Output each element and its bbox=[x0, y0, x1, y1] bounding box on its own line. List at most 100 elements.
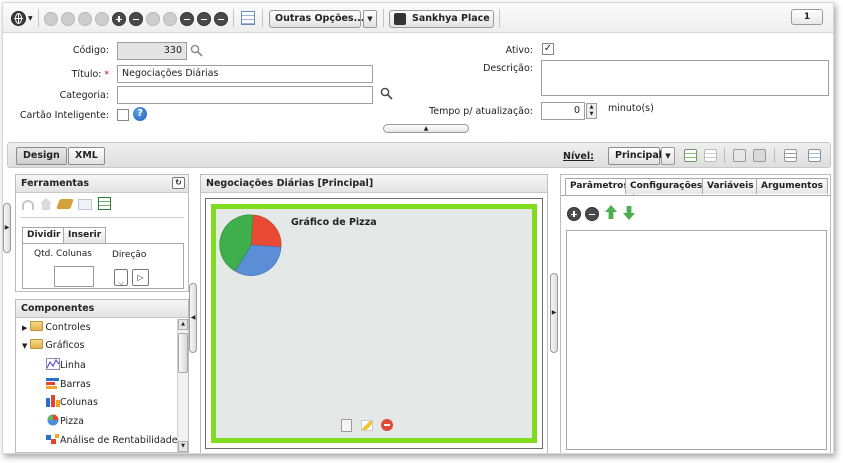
componentes-scrollbar[interactable]: ▲ ▼ bbox=[177, 319, 188, 452]
home-icon[interactable] bbox=[40, 198, 52, 210]
canvas-header: Negociações Diárias [Principal] bbox=[201, 175, 547, 193]
right-splitter[interactable]: ▶ bbox=[550, 273, 558, 353]
confirm-icon[interactable] bbox=[146, 12, 160, 26]
remove-chart-icon[interactable] bbox=[381, 419, 393, 431]
app-window: ▼ Outras Opções... ▼ Sankhya Place 1 Cód… bbox=[2, 2, 834, 454]
qtd-colunas-label: Qtd. Colunas bbox=[34, 249, 92, 259]
next-record-icon[interactable] bbox=[78, 12, 92, 26]
tree-item-pizza[interactable]: Pizza bbox=[46, 414, 84, 428]
add-level-icon[interactable] bbox=[684, 149, 697, 162]
tree-item-analise[interactable]: Análise de Rentabilidade bbox=[46, 433, 178, 447]
design-bar: Design XML Nível: Principal ▼ bbox=[7, 142, 831, 168]
table-icon[interactable] bbox=[98, 197, 111, 210]
tree-item-colunas[interactable]: Colunas bbox=[46, 395, 98, 409]
previous-record-icon[interactable] bbox=[61, 12, 75, 26]
tempo-spinner[interactable]: ▲ ▼ bbox=[586, 103, 597, 119]
tree-item-controles[interactable]: ▶ Controles bbox=[22, 321, 91, 335]
tab-dividir[interactable]: Dividir bbox=[22, 227, 66, 244]
tree-label: Gráficos bbox=[45, 340, 85, 351]
copy-level-icon[interactable] bbox=[733, 149, 746, 162]
categoria-field[interactable] bbox=[117, 86, 373, 104]
paint-icon[interactable] bbox=[56, 199, 74, 209]
titulo-label: Título: * bbox=[23, 69, 109, 80]
tab-variaveis[interactable]: Variáveis bbox=[702, 178, 759, 194]
qtd-colunas-field[interactable] bbox=[54, 266, 94, 287]
move-up-icon[interactable] bbox=[605, 205, 617, 219]
grid-config-icon[interactable] bbox=[241, 11, 255, 25]
first-record-icon[interactable] bbox=[44, 12, 58, 26]
titulo-field[interactable]: Negociações Diárias bbox=[117, 65, 373, 83]
outras-opcoes-dropdown[interactable]: ▼ bbox=[363, 10, 377, 28]
paste-level-icon[interactable] bbox=[753, 149, 766, 162]
parametros-list[interactable] bbox=[566, 230, 827, 450]
direction-horizontal-icon[interactable]: ▷ bbox=[132, 269, 149, 286]
tree-label: Pizza bbox=[60, 416, 84, 427]
tree-label: Análise de Rentabilidade bbox=[60, 435, 178, 446]
direction-vertical-icon[interactable]: ⌵ bbox=[114, 269, 128, 287]
copy-icon[interactable] bbox=[197, 12, 211, 26]
ativo-checkbox[interactable]: ✓ bbox=[542, 43, 554, 55]
scroll-down-icon[interactable]: ▼ bbox=[178, 441, 188, 452]
sankhya-place-button[interactable]: Sankhya Place bbox=[389, 10, 494, 28]
left-panel-gripper[interactable]: ▶ bbox=[3, 203, 11, 253]
categoria-search-icon[interactable] bbox=[380, 87, 393, 100]
bar-chart-icon bbox=[46, 378, 59, 389]
ativo-label: Ativo: bbox=[505, 45, 533, 56]
add-parameter-icon[interactable] bbox=[567, 207, 581, 221]
frame-icon[interactable] bbox=[78, 199, 92, 210]
cartao-checkbox[interactable] bbox=[117, 109, 129, 121]
direcao-label: Direção bbox=[112, 250, 147, 260]
edit-icon[interactable] bbox=[361, 420, 373, 431]
cancel-icon[interactable] bbox=[163, 12, 177, 26]
refresh-icon[interactable] bbox=[180, 12, 194, 26]
remove-level-icon[interactable] bbox=[704, 149, 717, 162]
tab-argumentos[interactable]: Argumentos bbox=[756, 178, 828, 194]
search-icon[interactable] bbox=[190, 44, 203, 57]
last-record-icon[interactable] bbox=[95, 12, 109, 26]
add-icon[interactable] bbox=[112, 12, 126, 26]
componentes-panel: Componentes ▶ Controles ▼ Gráficos Linha… bbox=[15, 299, 189, 453]
scroll-thumb[interactable] bbox=[178, 333, 188, 373]
tree-item-barras[interactable]: Barras bbox=[46, 377, 91, 391]
outras-opcoes-button[interactable]: Outras Opções... bbox=[269, 10, 364, 28]
tree-item-graficos[interactable]: ▼ Gráficos bbox=[22, 339, 84, 353]
tab-parametros[interactable]: Parâmetros bbox=[565, 178, 634, 195]
left-splitter[interactable]: ◀ bbox=[189, 283, 197, 353]
nivel-label: Nível: bbox=[563, 151, 594, 162]
chart-container[interactable]: Gráfico de Pizza bbox=[211, 204, 537, 443]
pie-slice-red bbox=[250, 214, 282, 248]
line-chart-icon bbox=[46, 358, 60, 370]
globe-menu-icon[interactable] bbox=[11, 11, 26, 26]
tab-design[interactable]: Design bbox=[16, 147, 67, 165]
attach-icon[interactable] bbox=[214, 12, 228, 26]
properties-icon[interactable] bbox=[808, 149, 821, 162]
tab-xml[interactable]: XML bbox=[68, 147, 105, 165]
record-counter[interactable]: 1 bbox=[791, 9, 823, 25]
tree-label: Colunas bbox=[60, 397, 98, 408]
remove-parameter-icon[interactable] bbox=[585, 207, 599, 221]
componentes-header: Componentes bbox=[16, 300, 188, 318]
remove-icon[interactable] bbox=[129, 12, 143, 26]
pie-chart bbox=[219, 214, 282, 276]
move-down-icon[interactable] bbox=[623, 206, 635, 220]
tree-item-linha[interactable]: Linha bbox=[46, 358, 86, 372]
codigo-label: Código: bbox=[72, 45, 109, 56]
nivel-select[interactable]: Principal bbox=[608, 147, 662, 165]
ferramentas-title: Ferramentas bbox=[21, 178, 90, 189]
collapse-form-button[interactable]: ▲ bbox=[383, 124, 469, 133]
refresh-panel-icon[interactable]: ↻ bbox=[172, 177, 185, 189]
chart-settings-icon[interactable] bbox=[341, 419, 352, 432]
chevron-down-icon[interactable]: ▼ bbox=[28, 15, 33, 22]
tempo-unit: minuto(s) bbox=[608, 103, 654, 114]
tree-view-icon[interactable] bbox=[784, 149, 797, 162]
nivel-dropdown[interactable]: ▼ bbox=[661, 147, 675, 165]
tab-configuracoes[interactable]: Configurações bbox=[625, 178, 708, 194]
undo-icon[interactable] bbox=[22, 200, 34, 210]
descricao-field[interactable] bbox=[541, 60, 829, 96]
codigo-field[interactable]: 330 bbox=[117, 42, 187, 60]
scroll-up-icon[interactable]: ▲ bbox=[178, 319, 188, 330]
tab-inserir[interactable]: Inserir bbox=[63, 227, 107, 243]
profit-analysis-icon bbox=[46, 434, 59, 444]
tempo-field[interactable]: 0 bbox=[541, 102, 585, 120]
help-icon[interactable]: ? bbox=[133, 107, 147, 121]
